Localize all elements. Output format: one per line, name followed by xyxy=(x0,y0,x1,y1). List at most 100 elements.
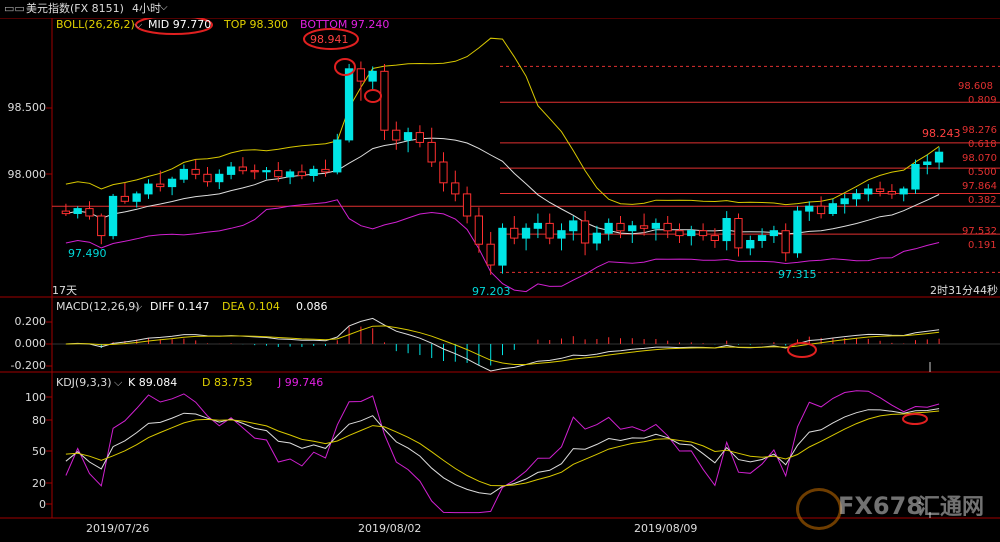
candle-body xyxy=(923,161,932,165)
candle-highlight-ellipse-2 xyxy=(364,89,382,103)
candle-body xyxy=(333,139,342,173)
candle-body xyxy=(427,141,436,163)
price-label-98000: 98.000 xyxy=(7,168,47,181)
candle-body xyxy=(462,193,472,217)
candle-body xyxy=(887,191,897,195)
low-annotation-2: 97.203 xyxy=(472,285,511,298)
title-bar: ▭▭ 美元指数(FX 8151) 4小时 ⌵ xyxy=(0,0,1000,18)
candle-body xyxy=(911,164,920,190)
candle-body xyxy=(167,178,177,188)
candle-body xyxy=(840,198,849,205)
candle-body xyxy=(215,173,224,183)
fib-ratio-0618: 0.618 xyxy=(968,139,997,150)
candle-body xyxy=(580,220,590,244)
candle-body xyxy=(545,222,554,239)
fib-ratio-0191: 0.191 xyxy=(968,240,997,251)
countdown: 2时31分44秒 xyxy=(930,284,998,297)
instrument-title: 美元指数(FX 8151) xyxy=(26,2,124,15)
low-annotation-3: 97.315 xyxy=(778,268,817,281)
kdj-k: K 89.084 xyxy=(128,376,178,389)
candle-body xyxy=(934,151,944,163)
candle-body xyxy=(203,173,212,183)
kdj-axis-50: 50 xyxy=(32,445,46,458)
macd-axis-0000: 0.000 xyxy=(14,337,47,350)
kdj-chevron-icon[interactable]: ⌵ xyxy=(114,376,122,389)
candle-body xyxy=(226,166,236,175)
kdj-axis-20: 20 xyxy=(32,477,46,490)
candle-body xyxy=(757,235,767,242)
fib-price-0618: 98.276 xyxy=(962,125,997,136)
candle-body xyxy=(675,230,684,237)
boll-bottom: BOTTOM 97.240 xyxy=(300,18,390,31)
candle-body xyxy=(274,170,283,178)
fib-price-0191: 97.532 xyxy=(962,226,997,237)
chart-canvas[interactable] xyxy=(0,0,1000,538)
kdj-d-line xyxy=(65,410,940,487)
candle-body xyxy=(793,210,802,254)
candle-body xyxy=(875,188,885,192)
candle-body xyxy=(356,68,366,82)
candle-body xyxy=(415,132,425,143)
fib-price-0809: 98.608 xyxy=(958,81,993,92)
macd-chevron-icon[interactable]: ⌵ xyxy=(134,300,142,313)
candle-body xyxy=(486,243,495,266)
candle-body xyxy=(852,193,861,200)
candle-body xyxy=(533,222,543,229)
candle-body xyxy=(510,227,519,239)
macd-diff: DIFF 0.147 xyxy=(150,300,210,313)
candle-body xyxy=(120,195,129,202)
fib-ratio-0382: 0.382 xyxy=(968,195,997,206)
candle-body xyxy=(816,205,826,215)
candle-body xyxy=(403,132,413,141)
candle-body xyxy=(250,170,259,173)
candle-body xyxy=(451,182,460,195)
candle-body xyxy=(156,183,165,188)
candle-body xyxy=(498,227,507,266)
candle-body xyxy=(864,188,873,195)
candle-body xyxy=(262,170,271,173)
macd-value: 0.086 xyxy=(296,300,328,313)
last-price-annotation: 98.243 xyxy=(922,127,961,140)
fib-ratio-0809: 0.809 xyxy=(968,95,997,106)
date-label-0802: 2019/08/02 xyxy=(358,522,422,535)
boll-mid: MID 97.770 xyxy=(148,18,212,31)
macd-label: MACD(12,26,9) xyxy=(56,300,140,313)
macd-axis-neg0200: -0.200 xyxy=(10,359,46,372)
period-tag: 17天 xyxy=(52,284,77,297)
window-icon[interactable]: ▭▭ xyxy=(4,2,25,15)
candle-body xyxy=(899,188,908,195)
candle-body xyxy=(321,168,330,173)
candle-body xyxy=(616,222,625,232)
boll-label: BOLL(26,26,2) xyxy=(56,18,135,31)
high-annotation: 98.941 xyxy=(310,33,349,46)
candle-body xyxy=(769,230,779,237)
candle-body xyxy=(392,129,401,141)
chevron-down-icon[interactable]: ⌵ xyxy=(160,1,168,14)
boll-upper-line xyxy=(65,37,940,206)
date-label-0726: 2019/07/26 xyxy=(86,522,150,535)
candle-body xyxy=(628,225,637,232)
candle-body xyxy=(781,230,790,254)
chart-window: ▭▭ 美元指数(FX 8151) 4小时 ⌵ BOLL(26,26,2) ⌵ M… xyxy=(0,0,1000,538)
boll-chevron-icon[interactable]: ⌵ xyxy=(134,18,142,31)
candle-body xyxy=(569,220,578,232)
low-annotation-1: 97.490 xyxy=(68,247,107,260)
candle-body xyxy=(604,222,613,234)
candle-body xyxy=(710,235,720,242)
candle-body xyxy=(132,193,141,202)
kdj-axis-100: 100 xyxy=(25,391,46,404)
candle-body xyxy=(297,171,307,177)
candle-body xyxy=(309,168,318,176)
kdj-d: D 83.753 xyxy=(202,376,253,389)
candle-body xyxy=(663,222,672,232)
candle-body xyxy=(380,70,389,131)
kdj-j: J 99.746 xyxy=(278,376,324,389)
candle-body xyxy=(285,171,295,178)
macd-axis-0200: 0.200 xyxy=(14,315,47,328)
candle-body xyxy=(179,168,188,180)
watermark-cn: 汇通网 xyxy=(918,495,985,520)
period-selector[interactable]: 4小时 xyxy=(132,2,161,15)
boll-mid-line xyxy=(65,137,940,235)
kdj-k-line xyxy=(65,408,940,495)
fib-ratio-0500: 0.500 xyxy=(968,167,997,178)
